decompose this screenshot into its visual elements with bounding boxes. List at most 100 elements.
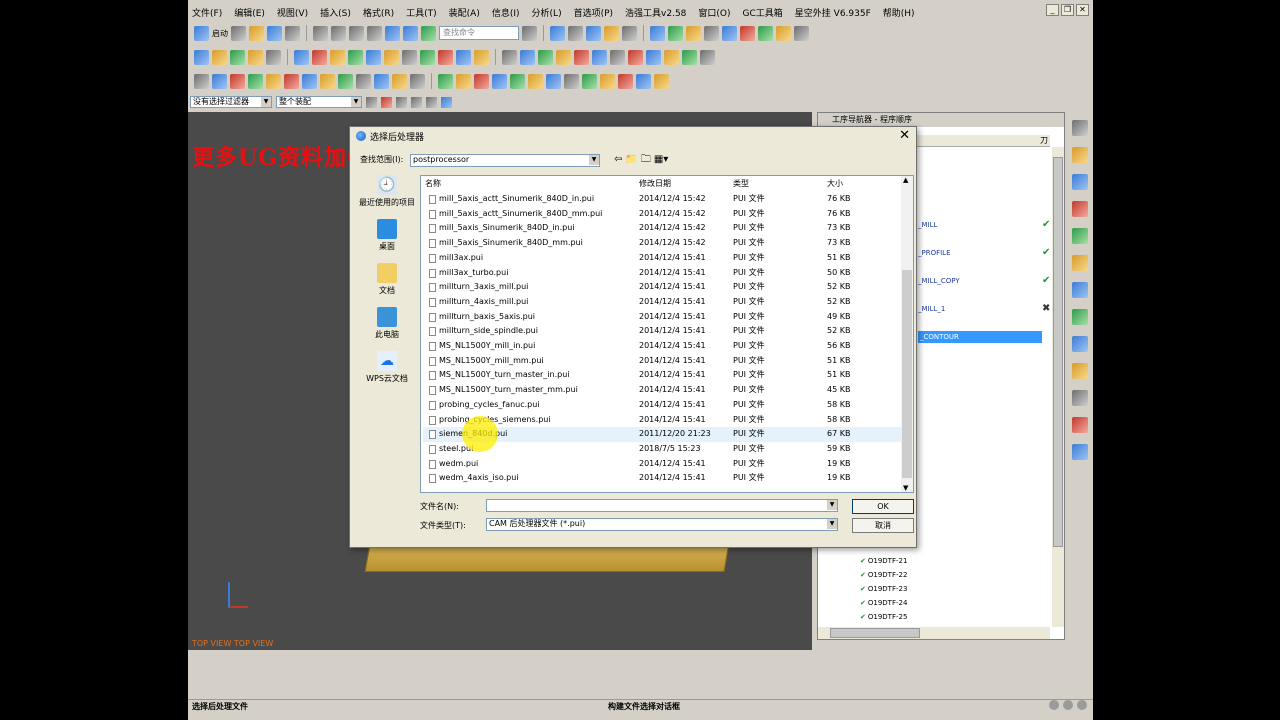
navigator-horizontal-scrollbar[interactable] (818, 627, 1050, 639)
geometry-view-icon[interactable] (582, 73, 597, 89)
boss-icon[interactable] (266, 49, 281, 65)
project-curve-icon[interactable] (338, 73, 353, 89)
layer-icon[interactable] (668, 25, 683, 41)
grid-icon[interactable] (704, 25, 719, 41)
background-icon[interactable] (622, 25, 637, 41)
operation-row[interactable]: _MILL_1 (918, 303, 945, 315)
file-list-scrollbar[interactable]: ▲ ▼ (901, 176, 913, 492)
menu-item[interactable]: 分析(L) (532, 6, 562, 19)
operation-sub-item[interactable]: ✔ O19DTF-25 (860, 611, 907, 623)
look-in-select[interactable]: postprocessor (410, 154, 600, 167)
cube-view-icon[interactable] (586, 25, 601, 41)
method-view-icon[interactable] (600, 73, 615, 89)
file-row[interactable]: mill_5axis_Sinumerik_840D_in.pui 2014/12/… (423, 221, 903, 236)
undo-icon[interactable] (385, 25, 400, 41)
cut-icon[interactable] (313, 25, 328, 41)
curve-icon[interactable] (302, 73, 317, 89)
system-materials-icon[interactable] (1072, 363, 1088, 379)
operation-row[interactable]: _PROFILE (918, 247, 951, 259)
scroll-thumb[interactable] (902, 270, 912, 478)
orient-icon[interactable] (722, 25, 737, 41)
operation-row[interactable]: _MILL (918, 219, 937, 231)
start-button[interactable]: 启动 (212, 28, 228, 39)
close-tool-icon[interactable] (628, 49, 643, 65)
menu-item[interactable]: 编辑(E) (234, 6, 265, 19)
ok-button[interactable]: OK (852, 499, 914, 514)
sync-model-icon[interactable] (502, 49, 517, 65)
file-row[interactable]: millturn_side_spindle.pui 2014/12/4 15:41… (423, 324, 903, 339)
text-icon[interactable] (284, 73, 299, 89)
edge-blend-icon[interactable] (366, 49, 381, 65)
check-icon[interactable] (438, 73, 453, 89)
verify-icon[interactable] (664, 49, 679, 65)
snap-point-icon[interactable] (396, 96, 407, 108)
save-icon[interactable] (267, 25, 282, 41)
place-recent[interactable]: 🕘 最近使用的项目 (356, 175, 418, 219)
snap-icon[interactable] (650, 25, 665, 41)
file-row[interactable]: wedm_4axis_iso.pui 2014/12/4 15:41 PUI 文件 1… (423, 471, 903, 486)
file-row[interactable]: millturn_baxis_5axis.pui 2014/12/4 15:41 P… (423, 310, 903, 325)
replace-face-icon[interactable] (538, 49, 553, 65)
menu-item[interactable]: 插入(S) (320, 6, 351, 19)
column-size[interactable]: 大小 (827, 178, 843, 189)
create-geometry-icon[interactable] (492, 73, 507, 89)
file-row[interactable]: MS_NL1500Y_turn_master_mm.pui 2014/12/4 1… (423, 383, 903, 398)
menu-item[interactable]: 视图(V) (277, 6, 308, 19)
chamfer-icon[interactable] (384, 49, 399, 65)
analysis-icon[interactable] (610, 49, 625, 65)
roles-icon[interactable] (1072, 417, 1088, 433)
create-operation-icon[interactable] (528, 73, 543, 89)
operation-row-selected[interactable]: _CONTOUR (918, 331, 1042, 343)
file-row[interactable]: millturn_4axis_mill.pui 2014/12/4 15:41 PU… (423, 295, 903, 310)
program-order-view-icon[interactable] (546, 73, 561, 89)
command-finder-icon[interactable] (421, 25, 436, 41)
shop-doc-icon[interactable] (700, 49, 715, 65)
machine-navigator-icon[interactable] (1072, 282, 1088, 298)
create-program-icon[interactable] (456, 73, 471, 89)
menu-item[interactable]: 工具(T) (406, 6, 437, 19)
file-row[interactable]: mill_5axis_actt_Sinumerik_840D_in.pui 201… (423, 192, 903, 207)
history-icon[interactable] (1072, 336, 1088, 352)
machine-view-icon[interactable] (564, 73, 579, 89)
operation-sub-item[interactable]: ✔ O19DTF-21 (860, 555, 907, 567)
delete-face-icon[interactable] (574, 49, 589, 65)
assembly-navigator-icon[interactable] (1072, 147, 1088, 163)
operation-sub-item[interactable]: ✔ O19DTF-24 (860, 597, 907, 609)
column-name[interactable]: 名称 (425, 178, 441, 189)
scroll-up-icon[interactable]: ▲ (903, 176, 908, 184)
feature-icon[interactable] (618, 73, 633, 89)
filter-reset-icon[interactable] (381, 96, 392, 108)
menu-item[interactable]: 窗口(O) (698, 6, 730, 19)
up-folder-icon[interactable]: 📁 (625, 154, 637, 166)
web-browser-icon[interactable] (1072, 309, 1088, 325)
new-file-icon[interactable] (231, 25, 246, 41)
file-row[interactable]: mill3ax_turbo.pui 2014/12/4 15:41 PUI 文件 50… (423, 266, 903, 281)
file-row[interactable]: mill_5axis_Sinumerik_840D_mm.pui 2014/12/… (423, 236, 903, 251)
place-wps-cloud[interactable]: ☁ WPS云文档 (356, 351, 418, 395)
pattern-icon[interactable] (456, 49, 471, 65)
place-desktop[interactable]: 桌面 (356, 219, 418, 263)
back-arrow-icon[interactable]: ⇦ (614, 154, 622, 166)
intersect-icon[interactable] (330, 49, 345, 65)
column-type[interactable]: 类型 (733, 178, 749, 189)
place-this-pc[interactable]: 此电脑 (356, 307, 418, 351)
file-row[interactable]: wedm.pui 2014/12/4 15:41 PUI 文件 19 KB (423, 457, 903, 472)
wcs-icon[interactable] (194, 73, 209, 89)
offset-curve-icon[interactable] (320, 73, 335, 89)
system-scene-icon[interactable] (1072, 444, 1088, 460)
swept-icon[interactable] (392, 73, 407, 89)
unite-icon[interactable] (294, 49, 309, 65)
restore-button[interactable]: ❐ (1061, 4, 1074, 16)
postprocess-icon[interactable] (682, 49, 697, 65)
new-folder-icon[interactable]: 🗀 (641, 154, 651, 166)
move-face-icon[interactable] (520, 49, 535, 65)
dialog-close-button[interactable]: ✕ (899, 129, 910, 143)
file-row[interactable]: MS_NL1500Y_turn_master_in.pui 2014/12/4 1… (423, 368, 903, 383)
menu-item[interactable]: 文件(F) (192, 6, 222, 19)
display-icon[interactable] (686, 25, 701, 41)
part-navigator-icon[interactable] (1072, 201, 1088, 217)
filter-settings-icon[interactable] (366, 96, 377, 108)
sketch-icon[interactable] (194, 49, 209, 65)
measure-icon[interactable] (592, 49, 607, 65)
file-row[interactable]: millturn_3axis_mill.pui 2014/12/4 15:41 PU… (423, 280, 903, 295)
